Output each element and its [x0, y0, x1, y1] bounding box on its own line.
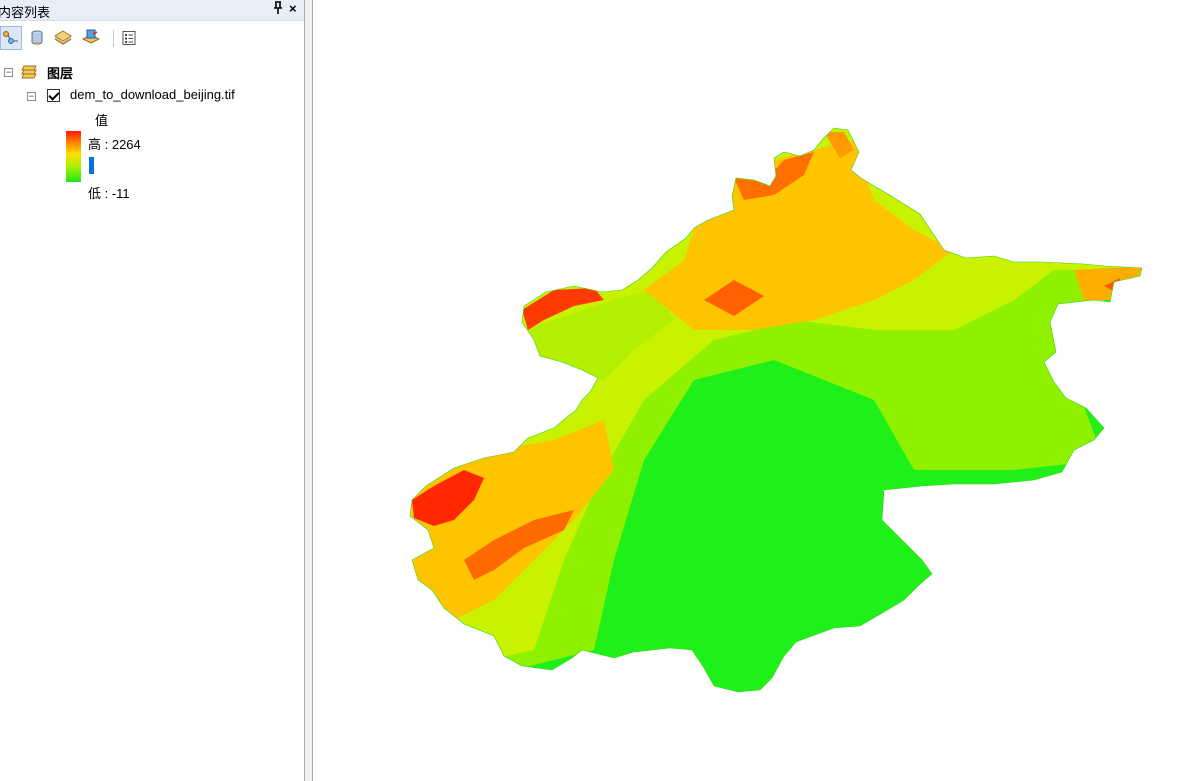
list-by-visibility-icon — [54, 30, 72, 45]
eastern-hills-fill — [1074, 266, 1142, 300]
map-view[interactable] — [314, 0, 1202, 781]
legend-high-label: 高 : 2264 — [88, 137, 141, 152]
pin-icon[interactable] — [272, 1, 284, 18]
panel-title: 内容列表 — [0, 5, 51, 20]
list-by-source-button[interactable] — [26, 26, 48, 50]
list-by-drawing-order-icon — [3, 31, 18, 44]
layer-visibility-checkbox[interactable] — [47, 89, 60, 102]
dem-raster-map — [409, 127, 1143, 693]
layer-name[interactable]: dem_to_download_beijing.tif — [70, 87, 235, 102]
layers-group-icon — [20, 62, 40, 83]
legend-low-label: 低 : -11 — [88, 186, 130, 201]
layers-group-label[interactable]: 图层 — [47, 63, 73, 82]
close-icon[interactable]: × — [289, 1, 297, 16]
table-of-contents-panel: 内容列表 × − 图层 − dem_to_download_beijing.ti… — [0, 0, 304, 781]
panel-titlebar: 内容列表 × — [0, 0, 304, 21]
options-icon — [122, 31, 136, 45]
panel-splitter[interactable] — [304, 0, 313, 781]
toc-toolbar — [0, 26, 300, 52]
list-by-visibility-button[interactable] — [52, 26, 74, 50]
list-by-selection-icon — [81, 29, 101, 44]
list-by-source-icon — [31, 30, 43, 46]
legend-field-label: 值 — [95, 113, 109, 128]
options-button[interactable] — [118, 26, 140, 50]
list-by-selection-button[interactable] — [80, 26, 102, 50]
layer-collapse-toggle[interactable]: − — [27, 92, 36, 101]
toolbar-separator — [113, 30, 114, 47]
layers-group-collapse-toggle[interactable]: − — [4, 68, 13, 77]
legend-color-ramp[interactable] — [66, 131, 81, 182]
list-by-drawing-order-button[interactable] — [0, 26, 22, 50]
legend-selection-marker — [89, 157, 94, 174]
